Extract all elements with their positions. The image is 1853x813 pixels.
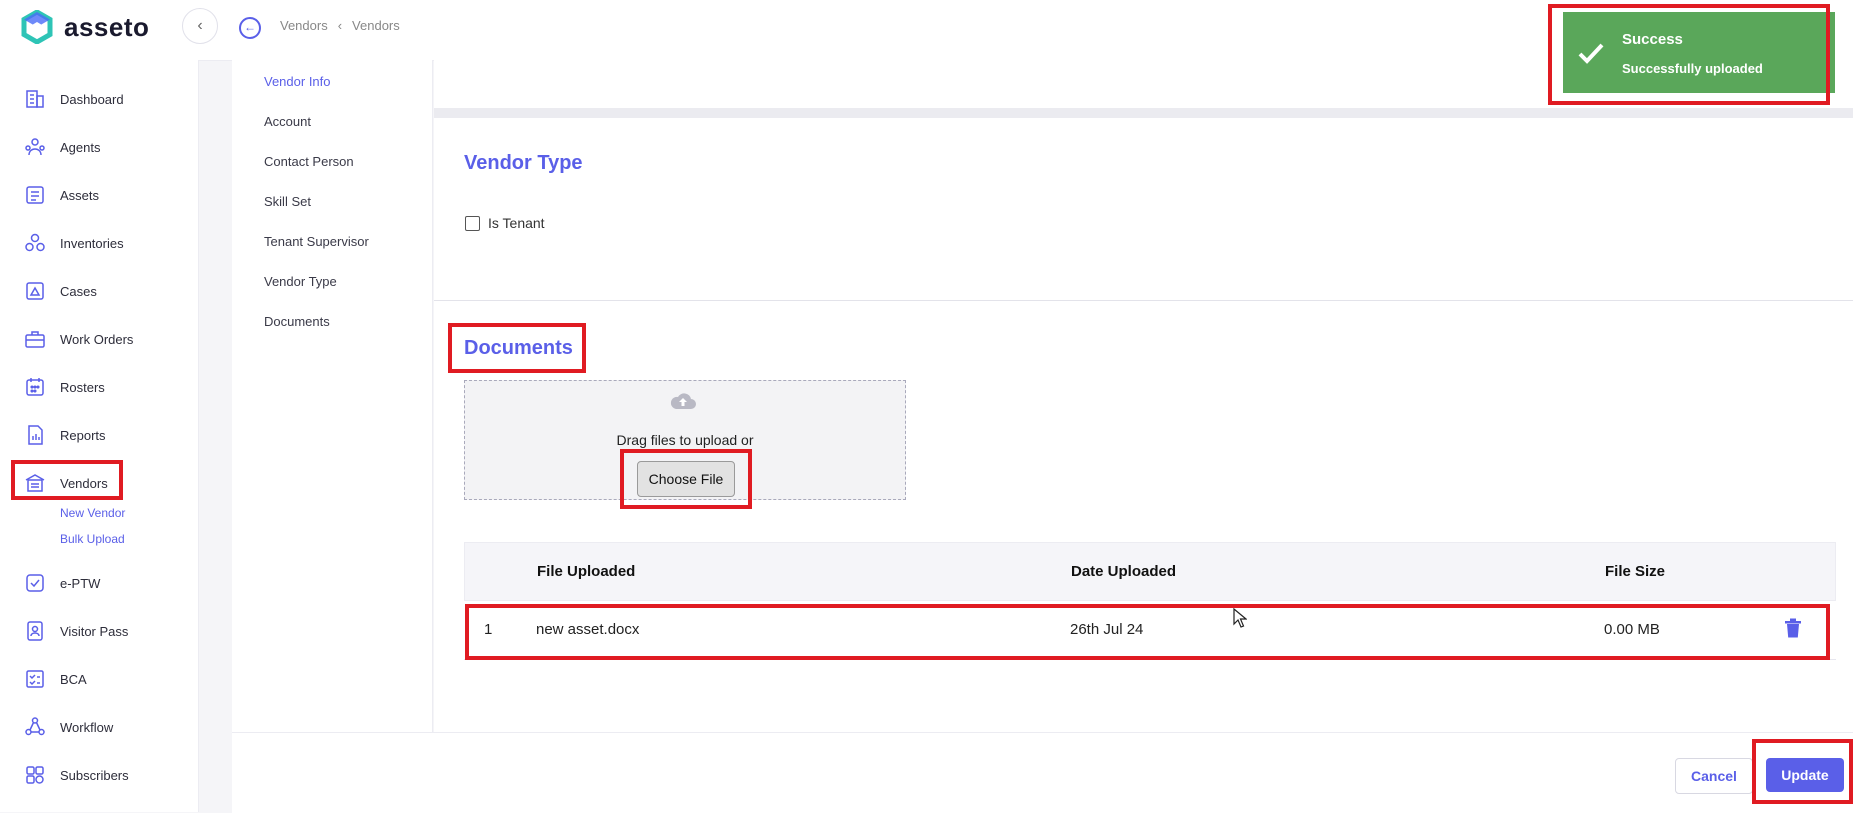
briefcase-icon [25,331,45,348]
row-index: 1 [484,621,493,638]
section-nav: Vendor Info Account Contact Person Skill… [232,60,433,732]
breadcrumb-item[interactable]: Vendors [280,18,328,33]
date-uploaded-cell: 26th Jul 24 [1070,621,1144,638]
sidebar-item-reports[interactable]: Reports [24,424,106,446]
section-nav-vendor-info[interactable]: Vendor Info [264,74,331,89]
sidebar-item-dashboard[interactable]: Dashboard [24,88,124,110]
chevron-left-icon: ‹ [337,18,343,33]
cancel-button[interactable]: Cancel [1675,758,1753,794]
sidebar-item-workflow[interactable]: Workflow [24,716,113,738]
subscribers-icon [26,766,44,784]
section-divider [434,108,1853,118]
sidebar-item-assets[interactable]: Assets [24,184,99,206]
assets-icon [26,186,44,204]
sidebar-item-label: Rosters [60,379,105,395]
logo-hexagon-icon [21,10,53,44]
sidebar-item-label: Work Orders [60,331,134,347]
sidebar-item-label: Visitor Pass [60,623,129,639]
section-nav-tenant-supervisor[interactable]: Tenant Supervisor [264,234,369,249]
sidebar-item-bca[interactable]: BCA [24,668,87,690]
breadcrumb-item: Vendors [352,18,400,33]
cloud-upload-icon [670,393,696,409]
sidebar-item-label: Reports [60,427,106,443]
section-nav-documents[interactable]: Documents [264,314,330,329]
success-toast[interactable]: Success Successfully uploaded [1563,12,1835,93]
breadcrumb: Vendors ‹ Vendors [280,18,400,33]
building-icon [26,90,44,108]
form-footer [232,732,1853,813]
sidebar-subitem-bulk-upload[interactable]: Bulk Upload [60,532,125,546]
section-nav-account[interactable]: Account [264,114,311,129]
section-separator [434,300,1853,301]
sidebar-item-label: Workflow [60,719,114,735]
section-nav-vendor-type[interactable]: Vendor Type [264,274,337,289]
sidebar-item-label: Subscribers [60,767,129,783]
documents-title: Documents [464,337,573,359]
sidebar-item-label: Vendors [60,475,108,491]
chevron-left-icon: ‹ [197,17,203,34]
sidebar-item-eptw[interactable]: e-PTW [24,572,100,594]
sidebar-item-subscribers[interactable]: Subscribers [24,764,129,786]
sidebar-subitem-new-vendor[interactable]: New Vendor [60,506,125,520]
dropzone-text: Drag files to upload or [616,432,754,448]
sidebar-item-label: Agents [60,139,101,155]
table-row: 1 new asset.docx 26th Jul 24 0.00 MB [464,601,1836,660]
table-header: File Uploaded Date Uploaded File Size [464,542,1836,601]
sidebar-item-cases[interactable]: Cases [24,280,97,302]
toast-title: Success [1622,31,1683,48]
sidebar-item-label: Assets [60,187,100,203]
sidebar-item-work-orders[interactable]: Work Orders [24,328,133,350]
trash-icon[interactable] [1784,618,1802,638]
sidebar-item-inventories[interactable]: Inventories [24,232,124,254]
sidebar-item-rosters[interactable]: Rosters [24,376,105,398]
sidebar-item-visitor-pass[interactable]: Visitor Pass [24,620,128,642]
sidebar-item-label: Inventories [60,235,124,251]
file-size-cell: 0.00 MB [1604,621,1660,638]
vendor-type-title: Vendor Type [464,152,583,174]
report-icon [28,425,43,445]
file-dropzone[interactable]: Drag files to upload or Choose File [464,380,906,500]
file-name-cell: new asset.docx [536,621,640,638]
column-header-file-size: File Size [1605,563,1666,580]
checkmark-icon [1578,43,1604,64]
sidebar-item-label: BCA [60,671,87,687]
update-button[interactable]: Update [1766,758,1844,792]
sidebar: asseto [0,0,199,812]
agents-icon [25,138,45,156]
cases-icon [26,282,44,300]
workflow-icon [25,717,45,736]
back-arrow-icon[interactable]: ← [239,17,261,39]
choose-file-button[interactable]: Choose File [637,461,735,497]
sidebar-item-label: e-PTW [60,575,101,591]
collapse-sidebar-button[interactable]: ‹ [182,8,218,44]
column-header-date-uploaded: Date Uploaded [1071,563,1177,580]
sidebar-item-label: Cases [60,283,97,299]
eptw-icon [26,574,44,592]
is-tenant-checkbox[interactable] [465,216,480,231]
vendor-store-icon [25,474,45,492]
section-nav-skill-set[interactable]: Skill Set [264,194,311,209]
mouse-cursor-icon [1233,608,1247,628]
app-logo[interactable]: asseto [20,10,149,44]
inventories-icon [25,233,45,252]
section-nav-contact-person[interactable]: Contact Person [264,154,354,169]
sidebar-item-agents[interactable]: Agents [24,136,100,158]
documents-table: File Uploaded Date Uploaded File Size 1 … [464,542,1836,660]
sidebar-item-vendors[interactable]: Vendors [24,472,108,494]
toast-message: Successfully uploaded [1622,61,1763,76]
visitor-pass-icon [27,621,43,641]
app-name: asseto [64,11,150,42]
column-header-file-uploaded: File Uploaded [537,563,636,580]
is-tenant-label[interactable]: Is Tenant [488,215,545,231]
calendar-icon [26,378,44,396]
checklist-icon [26,670,44,688]
sidebar-item-label: Dashboard [60,91,124,107]
